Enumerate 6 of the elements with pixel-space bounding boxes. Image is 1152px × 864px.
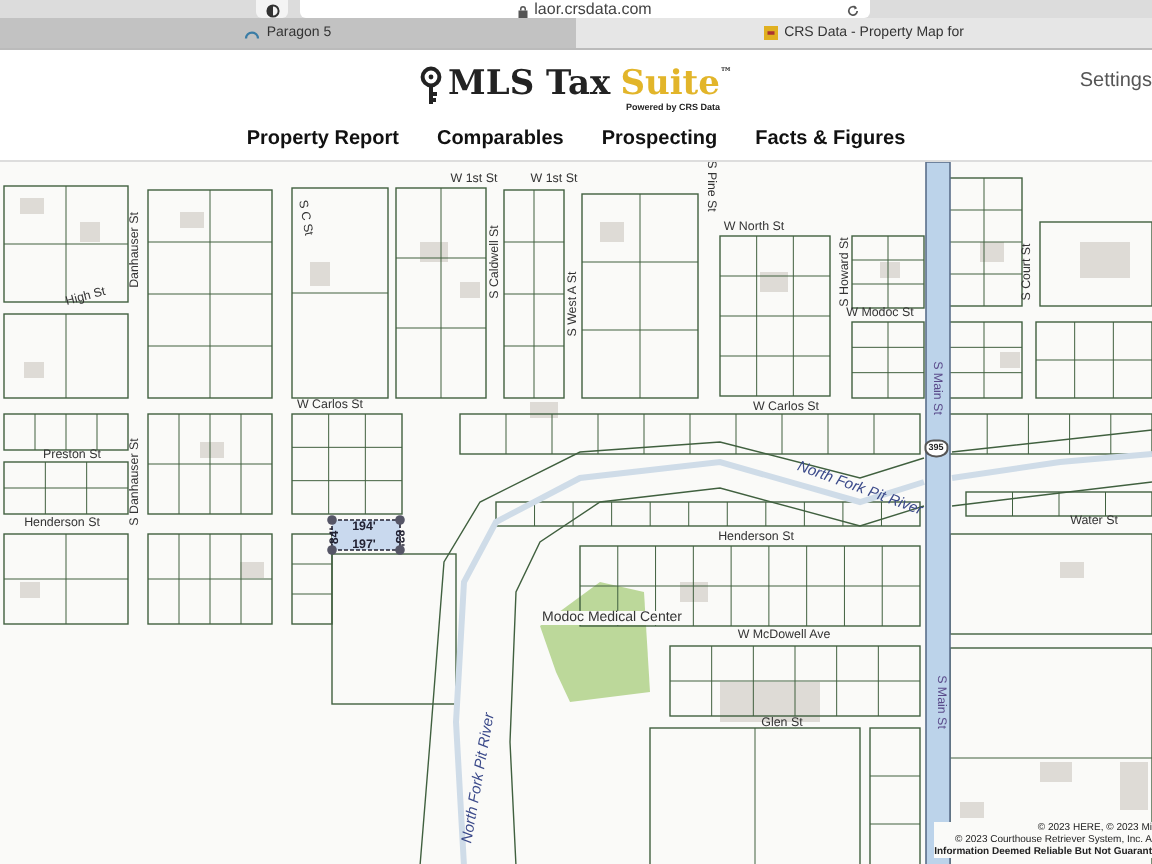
nav-link[interactable]: Property Report: [246, 128, 399, 150]
nav-link[interactable]: Comparables: [436, 128, 564, 150]
nav-link[interactable]: Prospecting: [601, 128, 718, 150]
nav-link[interactable]: Facts & Figures: [755, 128, 906, 150]
settings-link[interactable]: Settings: [1079, 70, 1152, 92]
address-field[interactable]: laor.crsdata.com: [300, 0, 870, 18]
